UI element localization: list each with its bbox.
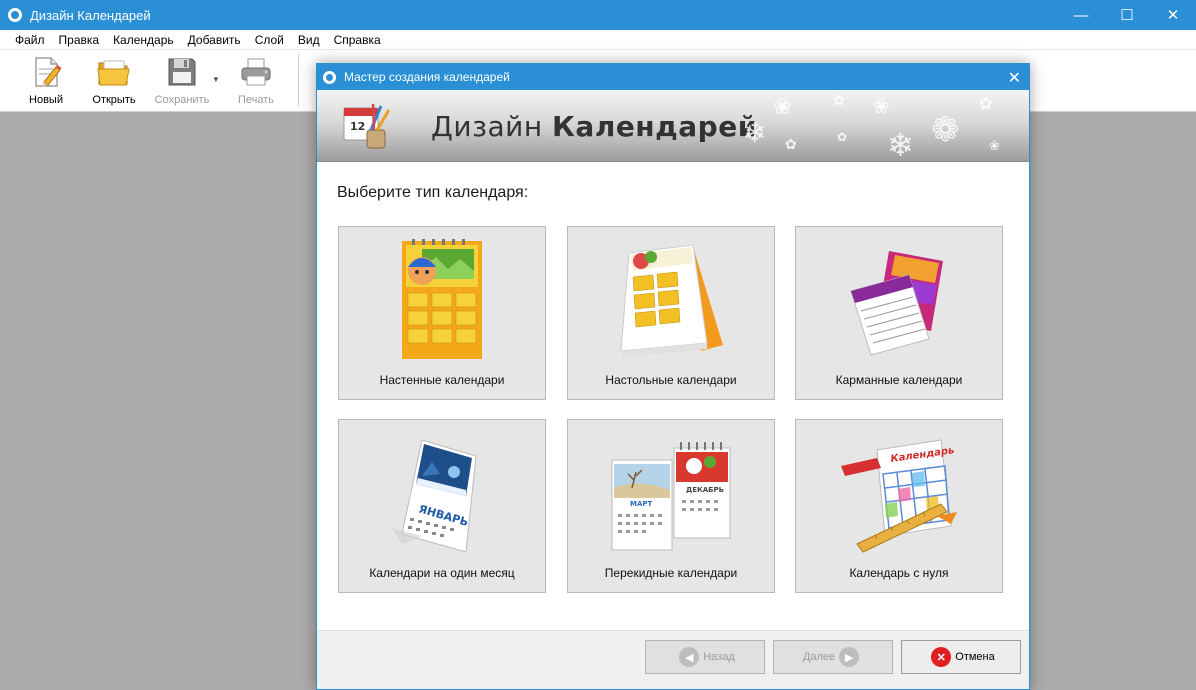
folder-icon (96, 54, 132, 90)
single-month-calendar-icon: ЯНВАРЬ (377, 432, 507, 556)
menu-add[interactable]: Добавить (181, 33, 248, 47)
snowflake-icon: ✿ (785, 136, 797, 152)
type-card-flip[interactable]: ДЕКАБРЬ МАРТ Перекидные календари (567, 419, 775, 593)
snowflake-icon: ❀ (873, 96, 890, 118)
toolbar-separator (298, 54, 299, 106)
floppy-disk-icon (164, 54, 200, 90)
cancel-button[interactable]: ✕ Отмена (901, 640, 1021, 674)
type-card-desk-label: Настольные календари (605, 373, 737, 387)
type-card-monthly-label: Календари на один месяц (369, 566, 515, 580)
next-arrow-icon: ▶ (839, 647, 860, 667)
app-title: Дизайн Календарей (30, 7, 151, 23)
banner-icon-day: 12 (350, 120, 365, 133)
flip-image-text-1: МАРТ (630, 500, 653, 508)
back-button-label: Назад (703, 651, 735, 663)
flip-image-text-2: ДЕКАБРЬ (686, 486, 724, 494)
calendar-brushes-icon: 12 (341, 100, 393, 152)
dialog-logo-icon (323, 70, 336, 84)
pocket-calendar-icon (834, 239, 964, 363)
desk-calendar-icon (606, 239, 736, 363)
type-card-wall-label: Настенные календари (379, 373, 505, 387)
wall-calendar-icon (377, 239, 507, 363)
printer-icon (238, 54, 274, 90)
menu-bar: Файл Правка Календарь Добавить Слой Вид … (0, 30, 1196, 50)
snowflake-icon: ❄ (743, 117, 767, 148)
type-card-flip-label: Перекидные календари (604, 566, 738, 580)
back-button[interactable]: ◀ Назад (645, 640, 765, 674)
menu-calendar[interactable]: Календарь (106, 33, 181, 47)
banner-title-light: Дизайн (431, 110, 543, 143)
snowflake-icon: ❀ (989, 138, 1000, 153)
menu-edit[interactable]: Правка (52, 33, 107, 47)
calendar-wizard-dialog: Мастер создания календарей ✕ 12 Дизайн К… (316, 63, 1030, 690)
type-card-desk[interactable]: Настольные календари (567, 226, 775, 400)
cancel-button-label: Отмена (955, 651, 995, 663)
back-arrow-icon: ◀ (679, 647, 700, 667)
type-card-monthly[interactable]: ЯНВАРЬ Календари на один месяц (338, 419, 546, 593)
maximize-button[interactable]: ☐ (1104, 0, 1150, 30)
open-button-label: Открыть (92, 94, 136, 106)
choose-type-prompt: Выберите тип календаря: (337, 184, 529, 201)
type-card-wall[interactable]: Настенные календари (338, 226, 546, 400)
open-button[interactable]: Открыть (80, 50, 148, 108)
blank-calendar-icon: Календарь (834, 432, 964, 556)
snowflake-icon: ✿ (979, 96, 993, 113)
app-titlebar: Дизайн Календарей — ☐ ✕ (0, 0, 1196, 30)
snowflake-icon: ❀ (773, 94, 792, 119)
app-logo-icon (8, 8, 22, 22)
next-button[interactable]: Далее ▶ (773, 640, 893, 674)
window-controls: — ☐ ✕ (1058, 0, 1196, 30)
snowflake-icon: ❁ (931, 111, 960, 149)
print-button[interactable]: Печать (222, 50, 290, 108)
minimize-button[interactable]: — (1058, 0, 1104, 30)
dialog-titlebar: Мастер создания календарей ✕ (317, 64, 1029, 90)
dialog-title: Мастер создания календарей (344, 70, 510, 84)
new-document-icon (28, 54, 64, 90)
print-button-label: Печать (237, 94, 275, 106)
next-button-label: Далее (802, 651, 836, 663)
new-button[interactable]: Новый (12, 50, 80, 108)
wizard-footer: ◀ Назад Далее ▶ ✕ Отмена (317, 630, 1029, 689)
wizard-banner: 12 Дизайн Календарей ❀ ✿ ❄ ✿ ✿ ❀ ❄ ❁ ✿ ❀ (317, 90, 1029, 162)
menu-file[interactable]: Файл (8, 33, 52, 47)
close-button[interactable]: ✕ (1150, 0, 1196, 30)
type-card-blank-label: Календарь с нуля (849, 566, 949, 580)
banner-title-bold: Календарей (552, 110, 758, 143)
save-button[interactable]: Сохранить (148, 50, 216, 108)
save-button-label: Сохранить (154, 94, 210, 106)
menu-help[interactable]: Справка (327, 33, 388, 47)
snowflake-icon: ✿ (833, 92, 845, 108)
save-dropdown-arrow-icon[interactable]: ▼ (210, 50, 222, 108)
snowflake-icon: ✿ (837, 130, 848, 144)
new-button-label: Новый (29, 94, 63, 106)
snowflake-icon: ❄ (887, 127, 914, 162)
type-card-blank[interactable]: Календарь Календарь с нуля (795, 419, 1003, 593)
wizard-content: Выберите тип календаря: Настенные календ… (317, 162, 1029, 630)
type-card-pocket[interactable]: Карманные календари (795, 226, 1003, 400)
menu-view[interactable]: Вид (291, 33, 327, 47)
type-card-pocket-label: Карманные календари (835, 373, 963, 387)
cancel-x-icon: ✕ (931, 647, 952, 667)
flip-calendar-icon: ДЕКАБРЬ МАРТ (606, 432, 736, 556)
menu-layer[interactable]: Слой (248, 33, 291, 47)
banner-title: Дизайн Календарей (431, 110, 758, 143)
dialog-close-button[interactable]: ✕ (1008, 68, 1021, 88)
